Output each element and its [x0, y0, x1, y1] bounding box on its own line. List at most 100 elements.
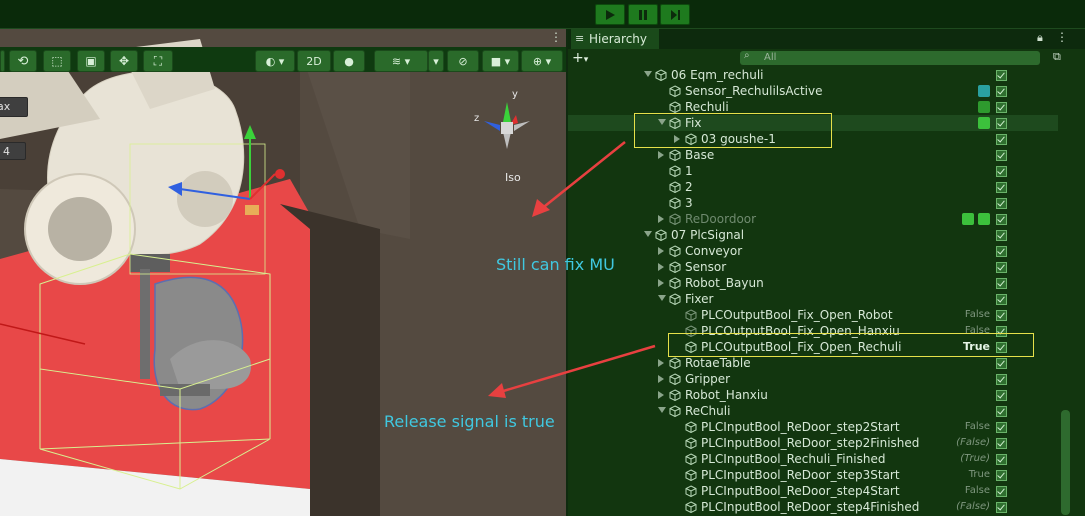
rect-tool-button[interactable]: ▣	[77, 50, 105, 72]
hierarchy-row[interactable]: PLCInputBool_ReDoor_step2Finished (False)	[568, 435, 1058, 451]
active-checkbox[interactable]	[996, 134, 1007, 145]
gameobject-cube-icon	[669, 101, 681, 113]
expand-open-icon[interactable]	[644, 71, 652, 77]
active-checkbox[interactable]	[996, 102, 1007, 113]
active-checkbox[interactable]	[996, 70, 1007, 81]
gizmo-axis-y-label: y	[512, 89, 518, 100]
expand-closed-icon[interactable]	[658, 215, 664, 223]
pause-button[interactable]	[628, 4, 658, 25]
custom-tool-button[interactable]: ⛶	[143, 50, 173, 72]
hierarchy-row[interactable]: 06 Eqm_rechuli	[568, 67, 1058, 83]
camera-button[interactable]: ■ ▾	[482, 50, 519, 72]
active-checkbox[interactable]	[996, 486, 1007, 497]
active-checkbox[interactable]	[996, 262, 1007, 273]
expand-open-icon[interactable]	[644, 231, 652, 237]
step-button[interactable]	[660, 4, 690, 25]
active-checkbox[interactable]	[996, 246, 1007, 257]
lighting-button[interactable]: ●	[333, 50, 365, 72]
active-checkbox[interactable]	[996, 118, 1007, 129]
add-button[interactable]: +▾	[572, 50, 602, 66]
gameobject-cube-icon	[685, 437, 697, 449]
active-checkbox[interactable]	[996, 422, 1007, 433]
active-checkbox[interactable]	[996, 230, 1007, 241]
visibility-toggle[interactable]: ⊘	[447, 50, 479, 72]
active-checkbox[interactable]	[996, 198, 1007, 209]
scale-tool-button[interactable]: ⬚	[43, 50, 71, 72]
expand-closed-icon[interactable]	[658, 375, 664, 383]
expand-open-icon[interactable]	[658, 295, 666, 301]
hierarchy-row[interactable]: PLCInputBool_Rechuli_Finished (True)	[568, 451, 1058, 467]
active-checkbox[interactable]	[996, 182, 1007, 193]
list-icon: ≡	[575, 32, 585, 45]
hierarchy-row[interactable]: PLCOutputBool_Fix_Open_Robot False	[568, 307, 1058, 323]
active-checkbox[interactable]	[996, 406, 1007, 417]
expand-closed-icon[interactable]	[658, 247, 664, 255]
active-checkbox[interactable]	[996, 502, 1007, 513]
field-1[interactable]: ax	[0, 97, 28, 117]
hierarchy-row-label: Gripper	[685, 372, 731, 386]
hierarchy-row[interactable]: 07 PlcSignal	[568, 227, 1058, 243]
orientation-gizmo[interactable]	[470, 87, 545, 167]
hierarchy-row[interactable]: Fixer	[568, 291, 1058, 307]
gizmos-button[interactable]: ⊕ ▾	[521, 50, 563, 72]
active-checkbox[interactable]	[996, 390, 1007, 401]
expand-open-icon[interactable]	[658, 407, 666, 413]
hierarchy-row[interactable]: 1	[568, 163, 1058, 179]
search-options-icon[interactable]: ⧉	[1053, 50, 1061, 64]
hierarchy-row[interactable]: PLCInputBool_ReDoor_step4Finished (False)	[568, 499, 1058, 515]
lock-icon[interactable]: 🔒︎	[1037, 31, 1043, 45]
active-checkbox[interactable]	[996, 86, 1007, 97]
active-checkbox[interactable]	[996, 438, 1007, 449]
active-checkbox[interactable]	[996, 374, 1007, 385]
hierarchy-row[interactable]: Conveyor	[568, 243, 1058, 259]
expand-closed-icon[interactable]	[658, 151, 664, 159]
hierarchy-row[interactable]: ReChuli	[568, 403, 1058, 419]
field-2[interactable]: 4	[0, 142, 26, 160]
mode-2d-button[interactable]: 2D	[297, 50, 331, 72]
hierarchy-row[interactable]: Robot_Hanxiu	[568, 387, 1058, 403]
hierarchy-more-icon[interactable]: ⋮	[1056, 30, 1068, 44]
active-checkbox[interactable]	[996, 310, 1007, 321]
expand-closed-icon[interactable]	[658, 391, 664, 399]
hierarchy-row[interactable]: 2	[568, 179, 1058, 195]
search-field[interactable]: ⌕ All	[740, 50, 1040, 65]
hierarchy-row[interactable]: Gripper	[568, 371, 1058, 387]
step-icon	[671, 9, 680, 20]
hierarchy-row-label: PLCInputBool_ReDoor_step3Start	[701, 468, 900, 482]
expand-closed-icon[interactable]	[658, 279, 664, 287]
hierarchy-row[interactable]: PLCInputBool_ReDoor_step3Start True	[568, 467, 1058, 483]
hierarchy-row[interactable]: RotaeTable	[568, 355, 1058, 371]
hierarchy-row[interactable]: Sensor	[568, 259, 1058, 275]
audio-fx-button[interactable]: ≋ ▾	[374, 50, 428, 72]
active-checkbox[interactable]	[996, 166, 1007, 177]
refresh-tool-button[interactable]: ⟲	[9, 50, 37, 72]
active-checkbox[interactable]	[996, 358, 1007, 369]
expand-closed-icon[interactable]	[658, 263, 664, 271]
play-button[interactable]	[595, 4, 625, 25]
hierarchy-row-label: 3	[685, 196, 693, 210]
active-checkbox[interactable]	[996, 214, 1007, 225]
gameobject-cube-icon	[685, 469, 697, 481]
fx-dropdown[interactable]: ▾	[428, 50, 444, 72]
active-checkbox[interactable]	[996, 470, 1007, 481]
scene-more-icon[interactable]: ⋮	[550, 30, 562, 44]
hierarchy-row[interactable]: 3	[568, 195, 1058, 211]
hierarchy-row[interactable]: Base	[568, 147, 1058, 163]
hierarchy-row-label: ReChuli	[685, 404, 731, 418]
active-checkbox[interactable]	[996, 454, 1007, 465]
active-checkbox[interactable]	[996, 150, 1007, 161]
hierarchy-row[interactable]: PLCInputBool_ReDoor_step2Start False	[568, 419, 1058, 435]
hierarchy-scrollbar[interactable]	[1061, 410, 1070, 515]
active-checkbox[interactable]	[996, 278, 1007, 289]
hierarchy-row-label: Base	[685, 148, 715, 162]
transform-tool-button[interactable]: ✥	[110, 50, 138, 72]
projection-label[interactable]: Iso	[505, 171, 521, 184]
shading-mode-button[interactable]: ◐ ▾	[255, 50, 295, 72]
hierarchy-row[interactable]: Robot_Bayun	[568, 275, 1058, 291]
hierarchy-tab[interactable]: ≡ Hierarchy	[571, 29, 659, 49]
sphere-icon: ◐ ▾	[265, 54, 285, 68]
hierarchy-row[interactable]: PLCInputBool_ReDoor_step4Start False	[568, 483, 1058, 499]
active-checkbox[interactable]	[996, 294, 1007, 305]
expand-closed-icon[interactable]	[658, 359, 664, 367]
scene-view[interactable]: y z Iso ax 4	[0, 29, 566, 516]
